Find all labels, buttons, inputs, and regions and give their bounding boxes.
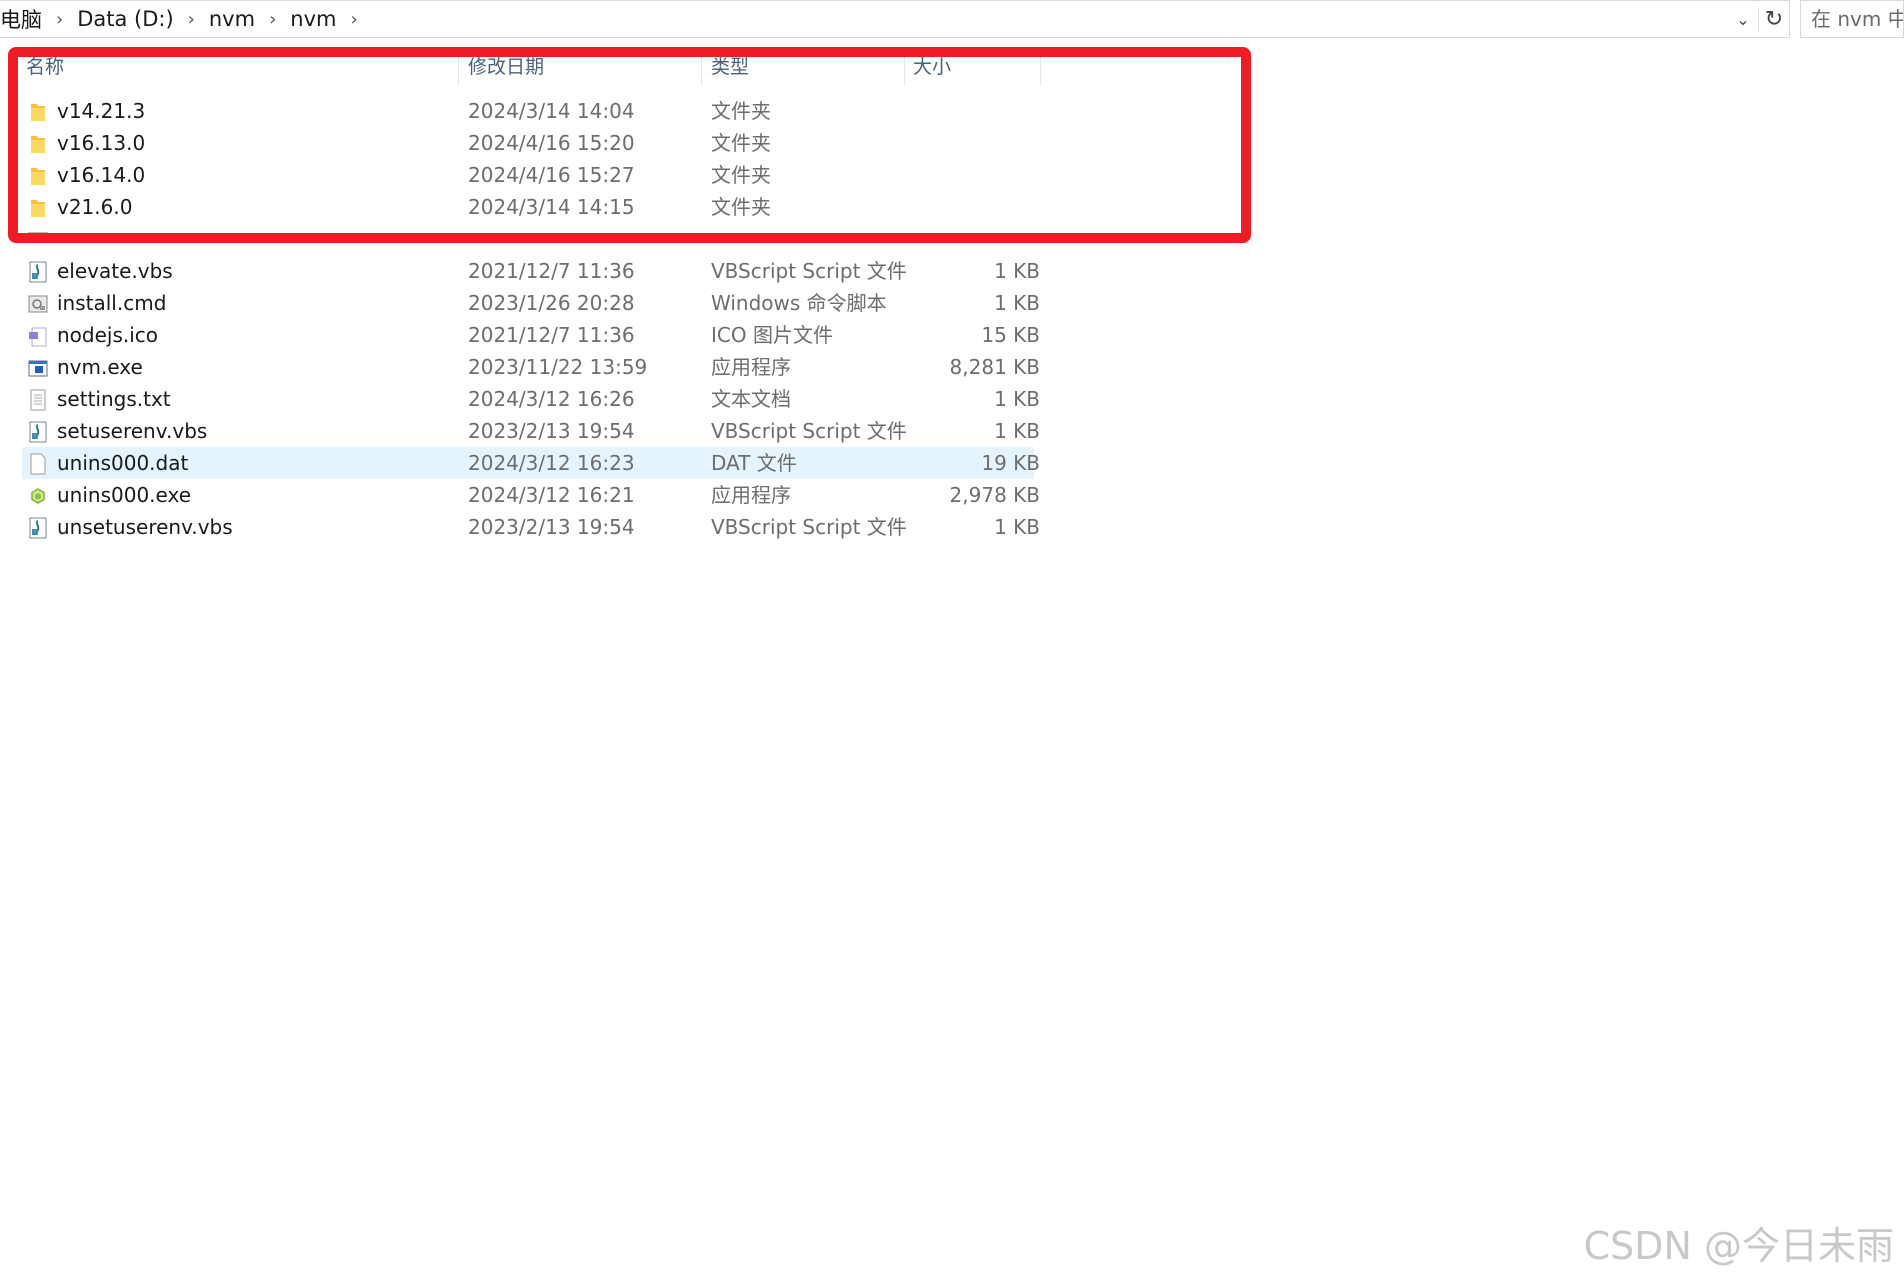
file-date: 2023/1/26 20:28 [468, 291, 635, 315]
file-date: 2024/3/12 16:21 [468, 483, 635, 507]
file-type: ICO 图片文件 [711, 323, 833, 347]
ico-file-icon [29, 327, 47, 347]
chevron-right-icon[interactable]: › [188, 9, 195, 30]
file-size: 1 KB [994, 387, 1040, 411]
file-type: DAT 文件 [711, 451, 797, 475]
chevron-down-icon[interactable]: ⌄ [1728, 10, 1758, 29]
file-size: 1 KB [994, 291, 1040, 315]
file-size: 1 KB [994, 259, 1040, 283]
file-row-selected[interactable]: unins000.dat 2024/3/12 16:23 DAT 文件 19 K… [22, 447, 1040, 479]
file-name: settings.txt [57, 387, 171, 411]
search-placeholder: 在 nvm 中搜 [1811, 7, 1903, 31]
file-row[interactable]: unins000.exe 2024/3/12 16:21 应用程序 2,978 … [22, 479, 1040, 511]
file-row[interactable]: setuserenv.vbs 2023/2/13 19:54 VBScript … [22, 415, 1040, 447]
file-name: unsetuserenv.vbs [57, 515, 233, 539]
vbs-script-icon [29, 421, 47, 443]
file-size: 1 KB [994, 515, 1040, 539]
chevron-right-icon[interactable]: › [350, 9, 357, 30]
file-name: unins000.exe [57, 483, 192, 507]
uninstaller-icon [31, 488, 45, 504]
refresh-icon[interactable]: ↻ [1758, 6, 1789, 32]
search-input[interactable]: 在 nvm 中搜 [1800, 0, 1904, 38]
file-type: VBScript Script 文件 [711, 259, 907, 283]
text-file-icon [30, 389, 46, 411]
file-size: 15 KB [981, 323, 1040, 347]
breadcrumb-nvm-current[interactable]: nvm [290, 7, 336, 31]
file-date: 2024/3/12 16:23 [468, 451, 635, 475]
file-row[interactable]: install.cmd 2023/1/26 20:28 Windows 命令脚本… [22, 287, 1040, 319]
file-name: nodejs.ico [57, 323, 159, 347]
file-name: setuserenv.vbs [57, 419, 208, 443]
file-type: VBScript Script 文件 [711, 515, 907, 539]
file-row[interactable]: settings.txt 2024/3/12 16:26 文本文档 1 KB [22, 383, 1040, 415]
file-size: 8,281 KB [949, 355, 1040, 379]
file-date: 2024/3/12 16:26 [468, 387, 635, 411]
file-date: 2023/11/22 13:59 [468, 355, 648, 379]
file-row[interactable]: unsetuserenv.vbs 2023/2/13 19:54 VBScrip… [22, 511, 1040, 543]
watermark: CSDN @今日未雨 [1583, 1224, 1894, 1268]
file-type: 应用程序 [711, 483, 791, 507]
vbs-script-icon [29, 517, 47, 539]
cmd-script-icon [28, 295, 48, 313]
file-date: 2021/12/7 11:36 [468, 259, 635, 283]
file-type: VBScript Script 文件 [711, 419, 907, 443]
file-size: 2,978 KB [949, 483, 1040, 507]
vbs-script-icon [29, 261, 47, 283]
chevron-right-icon[interactable]: › [269, 9, 276, 30]
breadcrumb-computer[interactable]: 电脑 [0, 4, 42, 34]
address-bar[interactable]: 电脑 › Data (D:) › nvm › nvm › ⌄ ↻ [0, 0, 1790, 38]
highlight-box [8, 47, 1251, 243]
file-date: 2023/2/13 19:54 [468, 419, 635, 443]
file-name: unins000.dat [57, 451, 189, 475]
blank-file-icon [30, 453, 46, 475]
file-row[interactable]: elevate.vbs 2021/12/7 11:36 VBScript Scr… [22, 255, 1040, 287]
file-date: 2023/2/13 19:54 [468, 515, 635, 539]
file-row[interactable]: nodejs.ico 2021/12/7 11:36 ICO 图片文件 15 K… [22, 319, 1040, 351]
file-name: install.cmd [57, 291, 167, 315]
file-row[interactable]: nvm.exe 2023/11/22 13:59 应用程序 8,281 KB [22, 351, 1040, 383]
file-name: nvm.exe [57, 355, 143, 379]
breadcrumb-drive-d[interactable]: Data (D:) [77, 7, 173, 31]
file-type: Windows 命令脚本 [711, 291, 887, 315]
file-type: 应用程序 [711, 355, 791, 379]
exe-app-icon [28, 360, 48, 377]
file-name: elevate.vbs [57, 259, 173, 283]
file-size: 1 KB [994, 419, 1040, 443]
breadcrumb-nvm[interactable]: nvm [209, 7, 255, 31]
file-type: 文本文档 [711, 387, 791, 411]
file-size: 19 KB [981, 451, 1040, 475]
chevron-right-icon[interactable]: › [56, 9, 63, 30]
file-date: 2021/12/7 11:36 [468, 323, 635, 347]
